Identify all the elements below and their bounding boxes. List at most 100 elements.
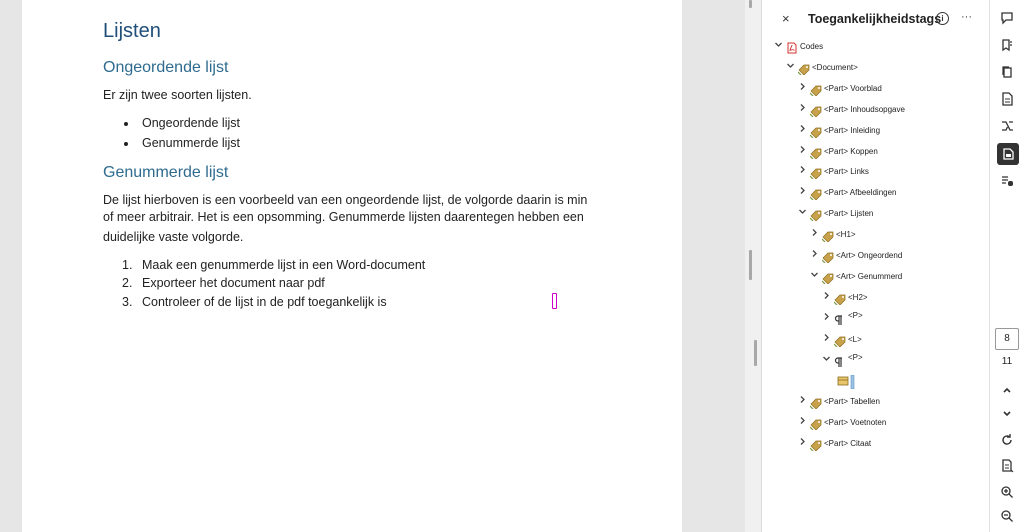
reading-order-icon[interactable]: [997, 171, 1017, 191]
chevron-right-icon[interactable]: [797, 186, 807, 197]
current-page-input[interactable]: 8: [995, 328, 1019, 350]
pdf-file-icon: [786, 41, 798, 54]
chevron-right-icon[interactable]: [821, 291, 831, 302]
tag-icon: [809, 125, 822, 139]
splitter-grip[interactable]: [754, 340, 757, 366]
tree-label: <Part> Links: [824, 167, 869, 177]
tree-label: <Part> Inhoudsopgave: [824, 104, 905, 114]
tree-row[interactable]: <Part> Koppen: [762, 143, 990, 161]
numbered-item: Controleer of de lijst in de pdf toegank…: [142, 295, 387, 309]
section-heading-unordered: Ongeordende lijst: [103, 59, 229, 76]
tree-row[interactable]: <Part> Lijsten: [762, 205, 990, 223]
bullet-marker: [124, 142, 128, 146]
bookmark-icon[interactable]: [997, 35, 1017, 55]
scroll-grip-top[interactable]: [749, 0, 752, 8]
chevron-up-icon[interactable]: [997, 380, 1017, 400]
tree-row[interactable]: <Part> Citaat: [762, 435, 990, 453]
chevron-down-icon[interactable]: [773, 40, 783, 51]
chevron-right-icon[interactable]: [821, 333, 831, 344]
tree-row[interactable]: <Part> Voorblad: [762, 80, 990, 98]
tree-row[interactable]: <Part> Inhoudsopgave: [762, 101, 990, 119]
tree-label: <H1>: [836, 230, 856, 240]
document-icon[interactable]: [997, 89, 1017, 109]
tree-row[interactable]: <Art> Ongeordend: [762, 247, 990, 265]
chevron-right-icon[interactable]: [797, 437, 807, 448]
bullet-marker: [124, 122, 128, 126]
tree-row[interactable]: <P>: [762, 310, 990, 328]
chevron-down-icon[interactable]: [997, 404, 1017, 424]
document-page[interactable]: Lijsten Ongeordende lijst Er zijn twee s…: [22, 0, 682, 532]
chevron-down-icon[interactable]: [821, 354, 831, 365]
scroll-grip[interactable]: [749, 250, 752, 280]
info-icon[interactable]: i: [936, 12, 949, 25]
tree-label: <Part> Citaat: [824, 439, 872, 449]
tree-row[interactable]: <L>: [762, 331, 990, 349]
chevron-down-icon[interactable]: [797, 207, 807, 218]
chevron-right-icon[interactable]: [797, 395, 807, 406]
close-panel-button[interactable]: ×: [782, 11, 790, 26]
comment-icon[interactable]: [997, 8, 1017, 28]
list-number: 1.: [122, 258, 133, 272]
tree-row[interactable]: <P>: [762, 352, 990, 370]
tree-label: <Part> Koppen: [824, 146, 878, 156]
tree-label: <Part> Voetnoten: [824, 418, 887, 428]
panel-title: Toegankelijkheidstags: [808, 12, 942, 26]
tag-icon: [809, 438, 822, 452]
chevron-right-icon[interactable]: [809, 228, 819, 239]
section-heading-numbered: Genummerde lijst: [103, 164, 229, 181]
pilcrow-icon: [834, 313, 846, 325]
paragraph-line: duidelijke vaste volgorde.: [103, 230, 244, 244]
tree-label: <L>: [848, 334, 862, 344]
section-paragraph: Er zijn twee soorten lijsten.: [103, 88, 252, 102]
chevron-right-icon[interactable]: [797, 145, 807, 156]
fit-page-icon[interactable]: [997, 456, 1017, 476]
tree-row[interactable]: <Part> Links: [762, 163, 990, 181]
tree-row[interactable]: <H2>: [762, 289, 990, 307]
list-number: 3.: [122, 295, 133, 309]
tag-icon: [809, 396, 822, 410]
chevron-down-icon[interactable]: [785, 61, 795, 72]
tree-label: <P>: [848, 352, 863, 362]
chevron-right-icon[interactable]: [797, 416, 807, 427]
chevron-right-icon[interactable]: [797, 82, 807, 93]
tag-icon: [809, 146, 822, 159]
chevron-right-icon[interactable]: [809, 249, 819, 260]
tree-row[interactable]: <Part> Afbeeldingen: [762, 184, 990, 202]
rotate-icon[interactable]: [997, 430, 1017, 450]
pages-icon[interactable]: [997, 62, 1017, 82]
tree-row[interactable]: <H1>: [762, 226, 990, 244]
tree-label: Codes: [800, 42, 824, 51]
tree-row[interactable]: <Part> Inleiding: [762, 122, 990, 140]
tag-icon: [821, 250, 834, 264]
tree-row[interactable]: Codes: [762, 38, 990, 56]
accessibility-tags-icon[interactable]: [997, 143, 1019, 165]
tag-icon: [821, 229, 834, 243]
tree-label: <Part> Tabellen: [824, 397, 880, 407]
order-icon[interactable]: [997, 116, 1017, 136]
zoom-out-icon[interactable]: [997, 506, 1017, 526]
bullet-item: Ongeordende lijst: [142, 116, 240, 130]
tree-row[interactable]: <Document>: [762, 59, 990, 77]
list-number: 2.: [122, 276, 133, 290]
tree-label: <Part> Voorblad: [824, 83, 882, 93]
chevron-down-icon[interactable]: [809, 270, 819, 281]
tree-label: <Part> Lijsten: [824, 209, 874, 219]
tag-icon: [833, 334, 846, 348]
tree-row[interactable]: <Part> Tabellen: [762, 393, 990, 411]
chevron-right-icon[interactable]: [797, 124, 807, 135]
page-heading-1: Lijsten: [103, 20, 161, 42]
more-options-button[interactable]: ···: [961, 11, 972, 23]
chevron-right-icon[interactable]: [797, 103, 807, 114]
chevron-right-icon[interactable]: [821, 312, 831, 323]
tag-icon: [809, 417, 822, 431]
tree-row[interactable]: <Art> Genummerd: [762, 268, 990, 286]
tree-label: <H2>: [848, 292, 868, 302]
pilcrow-icon: [834, 355, 846, 367]
tree-row[interactable]: <Part> Voetnoten: [762, 414, 990, 432]
zoom-in-icon[interactable]: [997, 482, 1017, 502]
tree-label: <Part> Afbeeldingen: [824, 188, 897, 198]
content-container-icon: [837, 375, 855, 390]
tree-row[interactable]: [762, 372, 990, 390]
accessibility-tags-panel: × Toegankelijkheidstags i ··· Codes <Docu…: [761, 0, 990, 532]
chevron-right-icon[interactable]: [797, 165, 807, 176]
